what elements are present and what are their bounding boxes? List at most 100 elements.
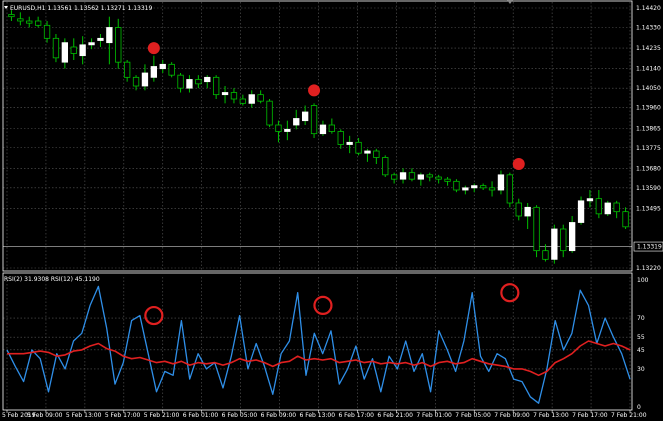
candle-body xyxy=(337,131,344,145)
candle-body xyxy=(284,128,291,132)
time-tick-label: 6 Feb 13:00 xyxy=(300,412,336,419)
candle-body xyxy=(212,76,220,96)
time-tick-label: 6 Feb 09:00 xyxy=(261,412,297,419)
candle-body xyxy=(88,42,95,46)
candle-body xyxy=(399,172,407,180)
candle-body xyxy=(542,250,549,260)
candle-body xyxy=(471,185,478,189)
candle-body xyxy=(586,198,594,202)
candle-body xyxy=(168,63,175,76)
candle-body xyxy=(382,157,389,176)
candle-body xyxy=(34,20,42,26)
price-tick-label: 1.13495 xyxy=(636,205,661,212)
candle-body xyxy=(43,24,51,39)
candle-body xyxy=(435,176,442,180)
candle-body xyxy=(221,92,229,96)
time-tick-label: 5 Feb 17:00 xyxy=(105,412,141,419)
time-tick-label: 6 Feb 01:00 xyxy=(183,412,219,419)
time-tick-label: 7 Feb 05:00 xyxy=(455,412,491,419)
time-tick-label: 7 Feb 09:00 xyxy=(494,412,530,419)
candle-body xyxy=(426,174,433,178)
candle-body xyxy=(230,92,238,100)
candle-body xyxy=(266,100,273,126)
candle-body xyxy=(293,118,300,126)
price-tick-label: 1.13590 xyxy=(636,185,661,192)
candle-body xyxy=(257,94,264,102)
candle-body xyxy=(70,46,77,54)
candle-body xyxy=(408,172,416,180)
candle-body xyxy=(8,14,15,18)
price-tick-label: 1.13960 xyxy=(636,105,661,112)
rsi-tick-label: 100 xyxy=(637,277,649,284)
candle-body xyxy=(150,66,158,78)
candle-body xyxy=(239,98,247,104)
signal-dot xyxy=(512,158,525,170)
candle-body xyxy=(328,124,336,132)
candle-body xyxy=(141,72,149,87)
price-tick-label: 1.13865 xyxy=(636,125,661,132)
candle-body xyxy=(622,211,629,228)
candle-body xyxy=(310,105,318,135)
candle-body xyxy=(97,37,104,41)
candle-body xyxy=(248,94,255,104)
time-tick-label: 7 Feb 17:00 xyxy=(572,412,608,419)
price-tick-label: 1.13220 xyxy=(636,265,661,272)
time-axis: 5 Feb 20195 Feb 09:00 5 Feb 13:00 5 Feb 17… xyxy=(2,410,647,419)
candle-body xyxy=(551,228,558,260)
candle-body xyxy=(106,27,113,44)
candle-body xyxy=(275,124,282,132)
candle-body xyxy=(61,42,69,63)
price-tick-label: 1.13775 xyxy=(636,145,661,152)
candle-body xyxy=(613,202,620,213)
price-tick-label: 1.14050 xyxy=(636,85,661,92)
rsi-tick-label: 0 xyxy=(637,404,641,411)
price-tick-label: 1.14330 xyxy=(636,25,661,32)
candle-body xyxy=(497,174,505,191)
candle-body xyxy=(132,76,140,87)
price-tick-label: 1.13680 xyxy=(636,165,661,172)
candle-body xyxy=(604,202,611,215)
rsi-tick-label: 45 xyxy=(637,347,645,354)
chart-canvas[interactable]: 1.14420 1.14330 1.14235 1.14140 1.14050 1.139… xyxy=(0,0,663,421)
candle-body xyxy=(204,76,211,83)
candle-body xyxy=(568,222,576,252)
chart-title: EURUSD,H1 1.13561 1.13562 1.13271 1.1331… xyxy=(10,5,152,12)
signal-dot xyxy=(147,42,160,55)
time-tick-label: 5 Feb 21:00 xyxy=(144,412,180,419)
candle-body xyxy=(524,206,531,217)
time-tick-label: 5 Feb 13:00 xyxy=(66,412,102,419)
candle-body xyxy=(52,37,60,59)
candle-body xyxy=(319,124,327,135)
candle-body xyxy=(595,198,603,215)
candle-body xyxy=(177,74,184,89)
candle-body xyxy=(444,178,451,182)
price-tick-label: 1.14420 xyxy=(636,5,661,12)
candle-body xyxy=(346,141,353,145)
candle-body xyxy=(515,202,522,217)
rsi-title: RSI(2) 31.9308 RSI(12) 45.1190 xyxy=(4,276,100,283)
candle-body xyxy=(390,174,398,180)
candle-body xyxy=(560,228,567,252)
candle-body xyxy=(301,111,309,122)
time-tick-label: 7 Feb 21:00 xyxy=(611,412,647,419)
price-tick-label: 1.14140 xyxy=(636,66,661,73)
candle-body xyxy=(355,141,362,154)
candle-body xyxy=(26,20,33,24)
price-tick-label: 1.14235 xyxy=(636,45,661,52)
candle-body xyxy=(373,150,380,158)
time-tick-label: 6 Feb 17:00 xyxy=(338,412,374,419)
time-tick-label: 5 Feb 09:00 xyxy=(27,412,63,419)
candle-body xyxy=(186,79,193,89)
candle-body xyxy=(488,187,496,191)
candle-body xyxy=(506,174,514,204)
signal-dot xyxy=(308,84,321,97)
current-price-label: 1.13319 xyxy=(637,244,662,251)
candle-body xyxy=(79,44,86,57)
rsi-tick-label: 30 xyxy=(637,366,645,373)
rsi-tick-label: 55 xyxy=(637,334,645,341)
candle-body xyxy=(417,174,425,180)
candle-body xyxy=(462,187,469,191)
candle-body xyxy=(17,18,24,22)
time-tick-label: 6 Feb 21:00 xyxy=(377,412,413,419)
time-tick-label: 6 Feb 05:00 xyxy=(222,412,258,419)
